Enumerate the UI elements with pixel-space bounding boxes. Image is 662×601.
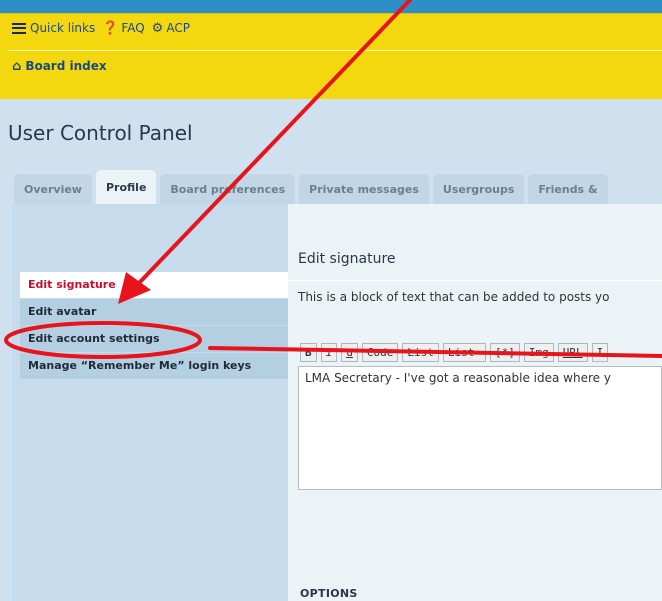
tab-profile[interactable]: Profile <box>95 170 157 204</box>
faq-label: FAQ <box>121 21 145 35</box>
faq-link[interactable]: ❓ FAQ <box>102 21 144 35</box>
quick-links-label: Quick links <box>30 21 96 35</box>
nav-divider <box>8 50 662 51</box>
gears-icon: ⚙ <box>151 20 164 36</box>
tab-board-preferences[interactable]: Board preferences <box>160 174 296 204</box>
quick-links-link[interactable]: Quick links <box>12 21 95 35</box>
sidebar-item-remember-me-keys[interactable]: Manage “Remember Me” login keys <box>20 353 288 379</box>
content-title: Edit signature <box>298 251 396 267</box>
tab-friends[interactable]: Friends & <box>528 174 608 204</box>
acp-link[interactable]: ⚙ ACP <box>152 21 190 35</box>
question-icon: ❓ <box>102 20 119 36</box>
hamburger-icon <box>12 22 26 34</box>
bold-button[interactable]: B <box>300 343 317 362</box>
tab-usergroups[interactable]: Usergroups <box>432 174 525 204</box>
home-icon: ⌂ <box>12 58 22 74</box>
sidebar-item-edit-signature[interactable]: Edit signature <box>20 272 288 298</box>
list-button[interactable]: List <box>402 343 439 362</box>
ucp-tabs: Overview Profile Board preferences Priva… <box>14 170 612 204</box>
next-toolbar-button[interactable]: I <box>591 343 609 362</box>
italic-button[interactable]: i <box>320 343 338 362</box>
top-header-strip <box>0 0 662 13</box>
content-description: This is a block of text that can be adde… <box>298 290 610 304</box>
sidebar-item-edit-account-settings[interactable]: Edit account settings <box>20 326 288 352</box>
bbcode-toolbar: B i u Code List List= [*] Img URL I <box>300 343 612 362</box>
board-index-link[interactable]: Board index <box>25 59 106 73</box>
url-button[interactable]: URL <box>557 343 588 362</box>
acp-label: ACP <box>166 21 190 35</box>
image-button[interactable]: Img <box>523 343 554 362</box>
sidebar-item-edit-avatar[interactable]: Edit avatar <box>20 299 288 325</box>
signature-textarea[interactable]: LMA Secretary - I've got a reasonable id… <box>298 366 662 490</box>
quick-nav-row: Quick links ❓ FAQ ⚙ ACP <box>12 20 197 36</box>
ordered-list-button[interactable]: List= <box>442 343 486 362</box>
options-heading: OPTIONS <box>300 587 358 600</box>
content-divider <box>288 280 662 281</box>
code-button[interactable]: Code <box>361 343 399 362</box>
breadcrumb: ⌂ Board index <box>12 53 107 79</box>
sidebar-panel <box>12 204 288 601</box>
tab-overview[interactable]: Overview <box>14 174 92 204</box>
tab-private-messages[interactable]: Private messages <box>299 174 429 204</box>
page-title: User Control Panel <box>8 121 193 145</box>
sidebar-menu: Edit signature Edit avatar Edit account … <box>20 272 288 380</box>
underline-button[interactable]: u <box>341 343 358 362</box>
list-item-button[interactable]: [*] <box>490 343 520 362</box>
